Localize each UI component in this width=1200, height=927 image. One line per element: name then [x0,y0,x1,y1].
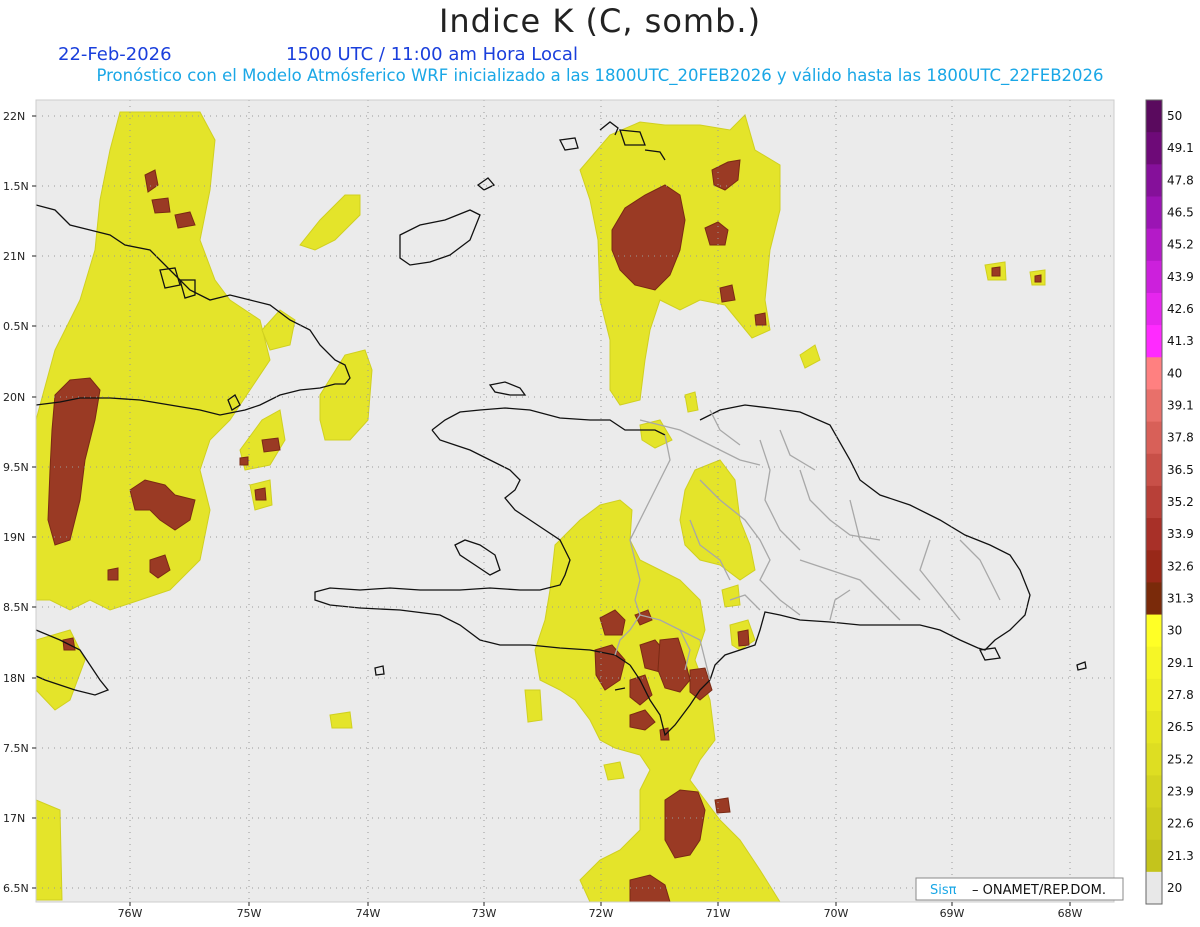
colorbar-label: 42.6 [1167,302,1194,316]
colorbar-swatch [1146,325,1162,358]
colorbar-label: 39.1 [1167,399,1194,413]
map-canvas: 22N 1.5N 21N 0.5N 20N 9.5N 19N 8.5N 18N … [3,99,1194,920]
colorbar-label: 20 [1167,881,1182,895]
lat-label: 9.5N [3,461,29,474]
colorbar-swatch [1146,839,1162,873]
colorbar-swatch [1146,518,1162,551]
longitude-axis: 76W 75W 74W 73W 72W 71W 70W 69W 68W [118,902,1083,920]
colorbar-label: 47.8 [1167,173,1194,187]
lon-label: 74W [356,907,381,920]
lat-label: 20N [3,391,25,404]
lat-label: 8.5N [3,601,29,614]
lat-label: 22N [3,110,25,123]
colorbar-swatch [1146,582,1162,616]
colorbar-swatch [1146,357,1162,390]
colorbar-swatch [1146,743,1162,776]
colorbar-swatch [1146,453,1162,487]
colorbar-swatch [1146,421,1162,455]
lon-label: 70W [824,907,849,920]
lon-label: 72W [589,907,614,920]
colorbar-label: 27.8 [1167,688,1194,702]
colorbar-label: 41.3 [1167,334,1194,348]
colorbar-swatch [1146,389,1162,423]
colorbar-swatch [1146,132,1162,165]
colorbar-swatch [1146,164,1162,197]
colorbar-label: 26.5 [1167,720,1194,734]
lon-label: 68W [1058,907,1083,920]
colorbar-label: 40 [1167,366,1182,380]
colorbar-label: 50 [1167,109,1182,123]
lat-label: 1.5N [3,180,29,193]
colorbar-swatch [1146,711,1162,744]
colorbar-swatch [1146,775,1162,809]
colorbar-swatch [1146,614,1162,648]
colorbar-label: 29.1 [1167,656,1194,670]
colorbar-label: 25.2 [1167,752,1194,766]
lat-label: 7.5N [3,742,29,755]
colorbar-label: 49.1 [1167,141,1194,155]
lat-label: 0.5N [3,320,29,333]
lon-label: 75W [237,907,262,920]
colorbar-swatch [1146,646,1162,680]
lat-label: 18N [3,672,25,685]
colorbar-swatch [1146,196,1162,230]
colorbar-label: 23.9 [1167,784,1194,798]
lat-label: 21N [3,250,25,263]
colorbar-swatch [1146,678,1162,712]
colorbar-swatch [1146,550,1162,583]
colorbar-label: 32.6 [1167,559,1194,573]
colorbar-swatch [1146,485,1162,519]
colorbar-swatch [1146,871,1162,905]
sispi-brand: Sisπ [930,883,957,898]
colorbar-label: 31.3 [1167,591,1194,605]
colorbar-label: 45.2 [1167,238,1194,252]
colorbar-label: 21.3 [1167,849,1194,863]
colorbar-swatch [1146,292,1162,326]
colorbar: 50 49.1 47.8 46.5 45.2 43.9 42.6 41.3 40 39.1 37.8… [1145,99,1194,905]
colorbar-swatch [1146,260,1162,294]
lat-label: 19N [3,531,25,544]
lon-label: 69W [940,907,965,920]
latitude-axis: 22N 1.5N 21N 0.5N 20N 9.5N 19N 8.5N 18N … [3,110,36,895]
credit-box: Sisπ – ONAMET/REP.DOM. [915,877,1124,901]
colorbar-label: 46.5 [1167,206,1194,220]
lon-label: 73W [472,907,497,920]
lon-label: 71W [706,907,731,920]
colorbar-swatch [1146,807,1162,841]
colorbar-swatch [1146,100,1162,133]
lat-label: 17N [3,812,25,825]
colorbar-label: 30 [1167,624,1182,638]
colorbar-label: 43.9 [1167,270,1194,284]
colorbar-label: 35.2 [1167,495,1194,509]
colorbar-swatch [1146,228,1162,262]
colorbar-label: 22.6 [1167,817,1194,831]
colorbar-label: 37.8 [1167,431,1194,445]
onamet-credit: – ONAMET/REP.DOM. [972,883,1106,898]
colorbar-label: 33.9 [1167,527,1194,541]
lat-label: 6.5N [3,882,29,895]
lon-label: 76W [118,907,143,920]
colorbar-label: 36.5 [1167,463,1194,477]
